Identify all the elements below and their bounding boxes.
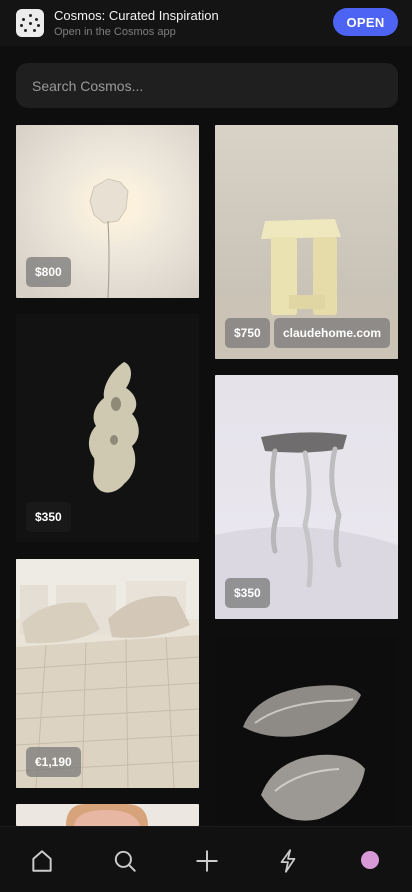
lightning-icon[interactable] — [275, 848, 301, 874]
search-icon[interactable] — [112, 848, 138, 874]
home-icon[interactable] — [29, 848, 55, 874]
price-tag: $350 — [26, 502, 71, 532]
feed-item-quilted-bed[interactable]: €1,190 — [16, 559, 199, 788]
feed-item-wall-lamp[interactable]: $800 — [16, 125, 199, 298]
avatar[interactable] — [361, 851, 379, 869]
price-tag: $350 — [225, 578, 270, 608]
feed-item-metal-stool[interactable]: $350 — [215, 375, 398, 619]
price-tag: $800 — [26, 257, 71, 287]
feed-item-oyster-dishes[interactable] — [215, 635, 398, 826]
feed-item-side-table[interactable]: $750 claudehome.com — [215, 125, 398, 359]
price-tag: $750 — [225, 318, 270, 348]
app-banner-subtitle: Open in the Cosmos app — [54, 26, 176, 38]
feed-item-ceramic-sculpture[interactable]: $350 — [16, 314, 199, 542]
app-banner-title: Cosmos: Curated Inspiration — [54, 8, 219, 23]
open-app-button[interactable]: OPEN — [333, 8, 398, 36]
plus-icon[interactable] — [194, 848, 220, 874]
app-banner: Cosmos: Curated Inspiration Open in the … — [0, 0, 412, 46]
bottom-nav — [0, 826, 412, 892]
price-tag: €1,190 — [26, 747, 81, 777]
source-link[interactable]: claudehome.com — [274, 318, 391, 348]
feed-item-portrait[interactable] — [16, 804, 199, 826]
cosmos-app-icon — [16, 9, 44, 37]
search-input[interactable] — [16, 63, 398, 108]
portrait-image — [16, 804, 199, 826]
oyster-dishes-image — [215, 635, 398, 826]
